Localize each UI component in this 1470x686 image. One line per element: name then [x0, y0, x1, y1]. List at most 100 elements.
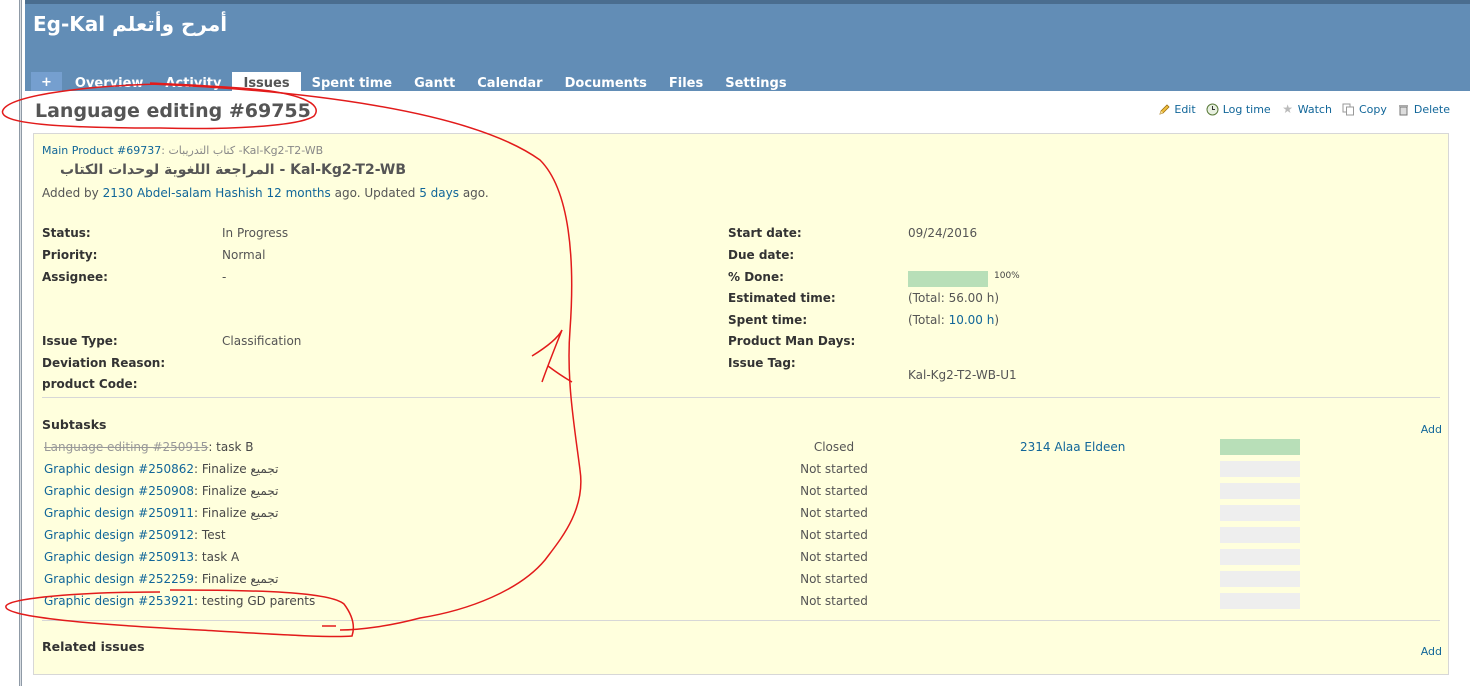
parent-issue: Main Product #69737: كتاب التدريبات -Kal… [42, 144, 323, 157]
priority-label: Priority: [42, 248, 98, 262]
subtask-row: Graphic design #250908: Finalize تجميع No… [44, 480, 1434, 502]
watch-label: Watch [1297, 102, 1332, 116]
add-related-issue-link[interactable]: Add [1421, 645, 1442, 658]
spent-time-link[interactable]: 10.00 h [949, 313, 995, 327]
subtask-subject: Graphic design #250911: Finalize تجميع [44, 506, 278, 520]
subtask-status: Not started [800, 484, 868, 498]
subtask-link[interactable]: Graphic design #253921 [44, 594, 194, 608]
subtask-title: : task B [208, 440, 254, 454]
divider [42, 397, 1440, 398]
spent-time-label: Spent time: [728, 313, 808, 327]
updated-suffix-text: ago. [459, 186, 489, 200]
subtask-status: Not started [800, 594, 868, 608]
author-prefix: Added by [42, 186, 103, 200]
priority-value: Normal [222, 248, 266, 262]
start-date-value: 09/24/2016 [908, 226, 978, 240]
project-header: Eg-Kal أمرح وأتعلم + Overview Activity I… [25, 0, 1470, 95]
issue-tag-label: Issue Tag: [728, 356, 796, 370]
log-time-label: Log time [1222, 102, 1271, 116]
product-code-label: product Code: [42, 377, 138, 391]
subtask-subject: Graphic design #252259: Finalize تجميع [44, 572, 278, 586]
author-link[interactable]: 2130 Abdel-salam Hashish [103, 186, 263, 200]
copy-button[interactable]: Copy [1342, 102, 1387, 116]
subtask-subject: Graphic design #253921: testing GD paren… [44, 594, 315, 608]
subtask-status: Not started [800, 572, 868, 586]
subtask-status: Not started [800, 550, 868, 564]
subtask-subject: Graphic design #250862: Finalize تجميع [44, 462, 278, 476]
subtask-link[interactable]: Graphic design #250912 [44, 528, 194, 542]
status-label: Status: [42, 226, 91, 240]
pencil-icon [1157, 102, 1171, 116]
estimated-time-label: Estimated time: [728, 291, 836, 305]
copy-icon [1342, 102, 1356, 116]
subtask-link[interactable]: Language editing #250915 [44, 440, 208, 454]
issue-tag-value: Kal-Kg2-T2-WB-U1 [908, 368, 1017, 382]
subtask-row: Graphic design #250913: task A Not starte… [44, 546, 1434, 568]
issue-actions: Edit Log time ★ Watch Copy Delete [1157, 102, 1450, 116]
copy-label: Copy [1358, 102, 1387, 116]
subtask-row: Language editing #250915: task B Closed 23… [44, 436, 1434, 458]
watch-button[interactable]: ★ Watch [1281, 102, 1332, 116]
subtask-progress-bar [1220, 483, 1300, 499]
divider [42, 620, 1440, 621]
log-time-button[interactable]: Log time [1206, 102, 1271, 116]
spent-time-value: (Total: 10.00 h) [908, 313, 999, 327]
updated-ago-link[interactable]: 5 days [419, 186, 459, 200]
subtask-progress-bar [1220, 461, 1300, 477]
delete-label: Delete [1413, 102, 1450, 116]
window-left-frame [0, 0, 22, 686]
subtask-row: Graphic design #253921: testing GD paren… [44, 590, 1434, 612]
subtask-status: Not started [800, 462, 868, 476]
subtask-subject: Graphic design #250908: Finalize تجميع [44, 484, 278, 498]
subtask-link[interactable]: Graphic design #252259 [44, 572, 194, 586]
percent-done-value: 100% [994, 271, 1020, 281]
related-issues-heading: Related issues [42, 639, 145, 654]
trash-icon [1397, 102, 1411, 116]
assignee-label: Assignee: [42, 270, 108, 284]
deviation-reason-label: Deviation Reason: [42, 356, 166, 370]
add-subtask-link[interactable]: Add [1421, 423, 1442, 436]
updated-middle-text: ago. Updated [330, 186, 420, 200]
subtask-link[interactable]: Graphic design #250913 [44, 550, 194, 564]
subtask-title: : Finalize تجميع [194, 506, 279, 520]
subtask-row: Graphic design #250912: Test Not started [44, 524, 1434, 546]
edit-label: Edit [1174, 102, 1196, 116]
subtask-subject: Graphic design #250913: task A [44, 550, 239, 564]
issue-type-value: Classification [222, 334, 302, 348]
subtask-assignee[interactable]: 2314 Alaa Eldeen [1020, 440, 1125, 454]
subtask-title: : testing GD parents [194, 594, 316, 608]
subtask-row: Graphic design #252259: Finalize تجميع No… [44, 568, 1434, 590]
subtask-title: : Finalize تجميع [194, 484, 279, 498]
clock-icon [1206, 102, 1220, 116]
estimated-time-value: (Total: 56.00 h) [908, 291, 1000, 305]
edit-button[interactable]: Edit [1157, 102, 1196, 116]
subtask-link[interactable]: Graphic design #250908 [44, 484, 194, 498]
issue-details-box: Main Product #69737: كتاب التدريبات -Kal… [33, 133, 1449, 675]
percent-done-label: % Done: [728, 270, 784, 284]
percent-done-bar [908, 271, 988, 287]
subtask-progress-bar [1220, 549, 1300, 565]
star-icon: ★ [1282, 102, 1294, 116]
subtask-row: Graphic design #250911: Finalize تجميع No… [44, 502, 1434, 524]
delete-button[interactable]: Delete [1397, 102, 1450, 116]
issue-author-line: Added by 2130 Abdel-salam Hashish 12 mon… [42, 186, 489, 200]
subtask-title: : task A [194, 550, 240, 564]
project-title[interactable]: Eg-Kal أمرح وأتعلم [33, 12, 227, 36]
subtask-subject: Graphic design #250912: Test [44, 528, 226, 542]
subtask-subject: Language editing #250915: task B [44, 440, 253, 454]
start-date-label: Start date: [728, 226, 802, 240]
subtask-status: Not started [800, 528, 868, 542]
parent-issue-link[interactable]: Main Product #69737 [42, 144, 161, 157]
spent-time-suffix: ) [994, 313, 1000, 327]
subtask-progress-bar [1220, 439, 1300, 455]
added-ago-link[interactable]: 12 months [267, 186, 331, 200]
issue-title: Language editing #69755 [35, 100, 311, 122]
subtask-progress-bar [1220, 593, 1300, 609]
subtask-link[interactable]: Graphic design #250911 [44, 506, 194, 520]
subtask-row: Graphic design #250862: Finalize تجميع No… [44, 458, 1434, 480]
subtask-status: Not started [800, 506, 868, 520]
issue-type-label: Issue Type: [42, 334, 118, 348]
subtask-link[interactable]: Graphic design #250862 [44, 462, 194, 476]
parent-issue-subject: : كتاب التدريبات -Kal-Kg2-T2-WB [161, 144, 324, 157]
due-date-label: Due date: [728, 248, 795, 262]
